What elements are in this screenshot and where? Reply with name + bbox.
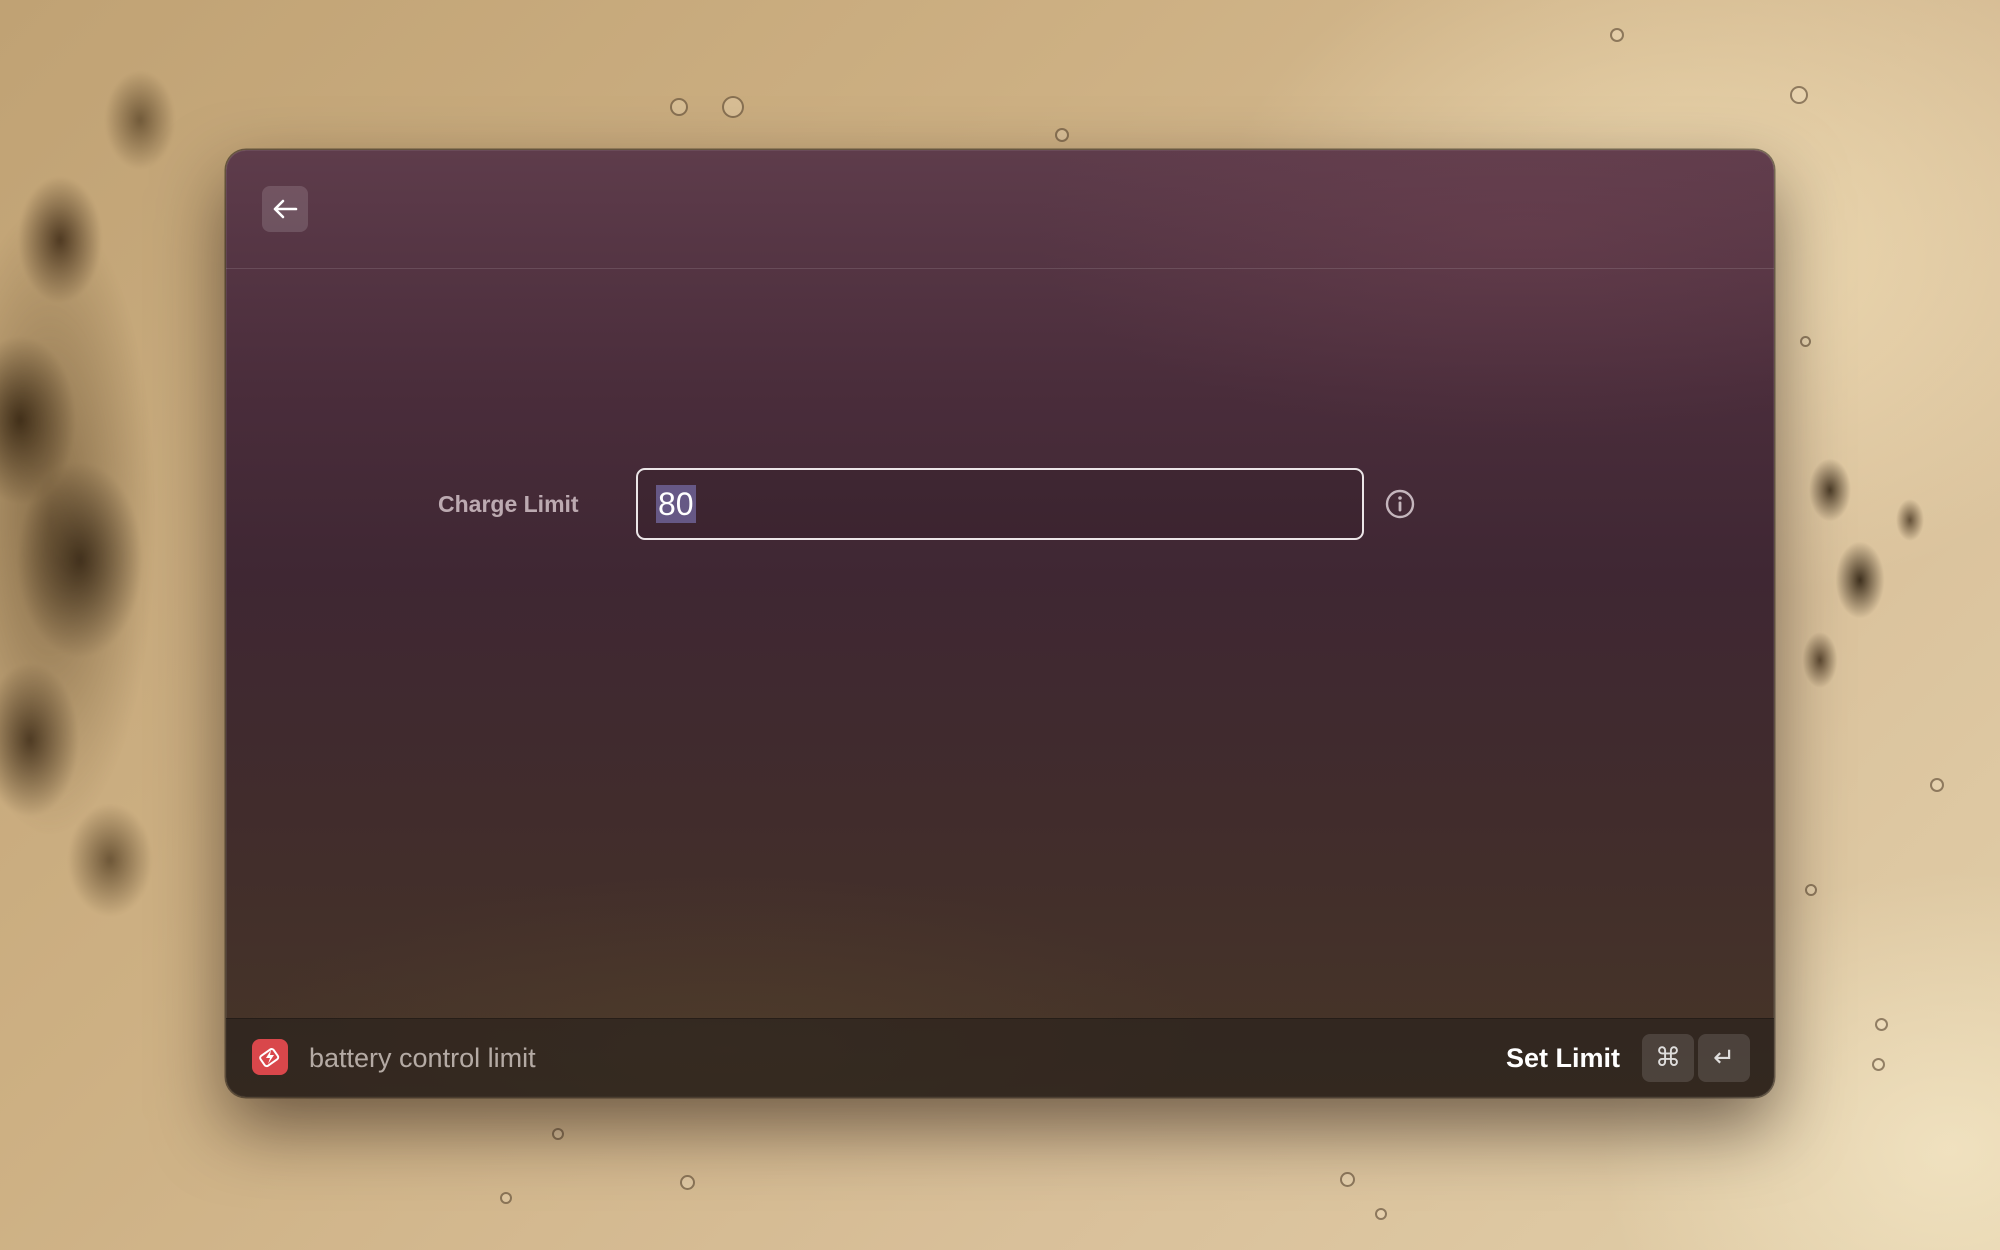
droplet [680, 1175, 695, 1190]
droplet [1800, 336, 1811, 347]
command-key-hint: ⌘ [1642, 1034, 1694, 1082]
droplet [722, 96, 744, 118]
charge-limit-row: Charge Limit 80 [226, 468, 1774, 540]
back-button[interactable] [262, 186, 308, 232]
droplet [1790, 86, 1808, 104]
charge-limit-label: Charge Limit [438, 491, 579, 517]
info-icon[interactable] [1384, 488, 1416, 520]
droplet [1930, 778, 1944, 792]
action-bar: battery control limit Set Limit ⌘ ↵ [226, 1018, 1774, 1097]
set-limit-button[interactable]: Set Limit [1506, 1019, 1620, 1097]
droplet [1055, 128, 1069, 142]
command-title: battery control limit [309, 1043, 536, 1073]
droplet [552, 1128, 564, 1140]
droplet [1872, 1058, 1885, 1071]
droplet [1610, 28, 1624, 42]
droplet [1375, 1208, 1387, 1220]
enter-key-hint: ↵ [1698, 1034, 1750, 1082]
arrow-left-icon [273, 199, 298, 219]
water-droplets-right [1770, 430, 1950, 730]
toolbar [226, 150, 1774, 269]
battery-bolt-icon [259, 1048, 280, 1068]
battery-extension-icon [252, 1039, 288, 1075]
droplet [1805, 884, 1817, 896]
droplet [670, 98, 688, 116]
droplet [1875, 1018, 1888, 1031]
charge-limit-value[interactable]: 80 [656, 485, 696, 523]
charge-limit-input[interactable]: 80 [636, 468, 1364, 540]
raycast-window: Charge Limit 80 battery control limit Se… [226, 150, 1774, 1097]
droplet [500, 1192, 512, 1204]
droplet [1340, 1172, 1355, 1187]
